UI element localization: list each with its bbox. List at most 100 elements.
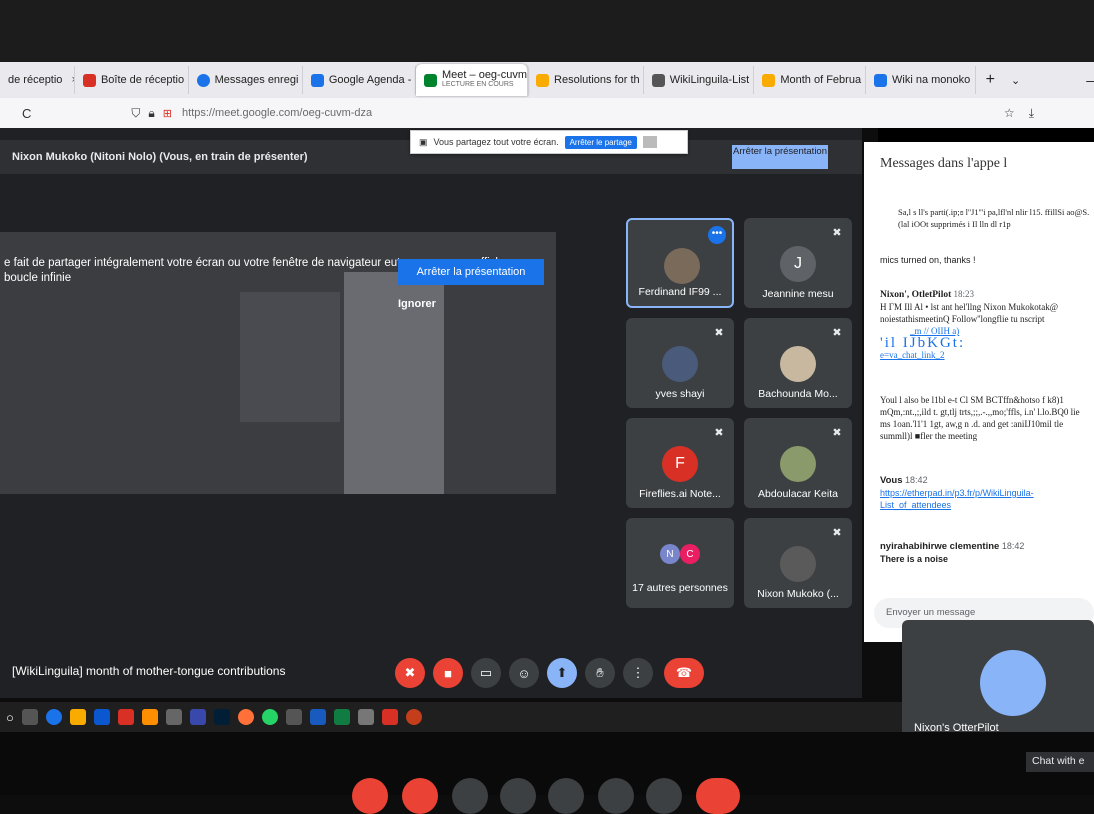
participant-tile[interactable]: ••• Ferdinand IF99 ... bbox=[626, 218, 734, 308]
participant-tile[interactable]: ✖ yves shayi bbox=[626, 318, 734, 408]
file-explorer-icon[interactable] bbox=[69, 709, 86, 725]
camera-toggle-button[interactable]: ■ bbox=[433, 658, 463, 688]
tab-0[interactable]: de réceptio× bbox=[0, 66, 75, 94]
more-options-button[interactable] bbox=[646, 778, 682, 814]
chevron-down-icon[interactable]: ⌄ bbox=[1011, 74, 1020, 87]
participant-name: 17 autres personnes bbox=[632, 582, 728, 594]
gmail-icon bbox=[82, 73, 96, 87]
vlc-icon[interactable] bbox=[141, 709, 158, 725]
mic-off-icon: ✖ bbox=[832, 527, 842, 539]
new-tab-icon[interactable]: + bbox=[986, 71, 995, 89]
chat-message: nyirahabihirwe clementine 18:42 There is… bbox=[880, 540, 1092, 565]
chat-panel: Messages dans l'appe l Sa,l s ll's parti… bbox=[864, 128, 1094, 642]
excel-icon[interactable] bbox=[333, 709, 350, 725]
camera-app-icon[interactable] bbox=[117, 709, 134, 725]
screen-share-icon[interactable]: ⊞ bbox=[163, 107, 172, 120]
tab-2[interactable]: Messages enregi× bbox=[189, 66, 303, 94]
message-time: 18:42 bbox=[1001, 541, 1025, 551]
hide-notice-button[interactable] bbox=[642, 136, 657, 148]
bookmark-star-icon[interactable]: ☆ bbox=[1004, 106, 1015, 120]
avatar bbox=[662, 346, 698, 382]
reactions-button[interactable]: ☺ bbox=[509, 658, 539, 688]
message-link[interactable]: e=va_chat_link_2 bbox=[880, 350, 945, 360]
participant-tile[interactable]: ✖ Bachounda Mo... bbox=[744, 318, 852, 408]
participant-tile[interactable]: ✖ F Fireflies.ai Note... bbox=[626, 418, 734, 508]
message-sender: Vous bbox=[880, 475, 903, 486]
calculator-icon[interactable] bbox=[285, 709, 302, 725]
tab-8[interactable]: Wiki na monoko× bbox=[866, 66, 976, 94]
avatar: F bbox=[662, 446, 698, 482]
participant-name: Abdoulacar Keita bbox=[758, 488, 838, 500]
tab-6[interactable]: WikiLinguila-List× bbox=[644, 66, 755, 94]
leave-call-button[interactable] bbox=[696, 778, 740, 814]
outer-bottom-area bbox=[0, 732, 1094, 795]
whatsapp-icon[interactable] bbox=[261, 709, 278, 725]
self-view-tile[interactable]: Nixon's OtterPilot bbox=[902, 620, 1094, 744]
present-button[interactable]: ⬆ bbox=[547, 658, 577, 688]
wiki-icon bbox=[874, 73, 887, 87]
stop-sharing-button[interactable]: Arrêter le partage bbox=[564, 135, 637, 149]
firefox-icon[interactable] bbox=[237, 709, 254, 725]
url-field[interactable]: https://meet.google.com/oeg-cuvm-dza bbox=[182, 107, 372, 119]
recursive-preview-tiles bbox=[240, 292, 340, 422]
word-icon[interactable] bbox=[309, 709, 326, 725]
minimize-icon[interactable]: – bbox=[1086, 72, 1094, 88]
task-view-icon[interactable] bbox=[21, 709, 38, 725]
download-icon[interactable]: ⤓ bbox=[1029, 106, 1034, 121]
tab-7[interactable]: Month of Februa× bbox=[754, 66, 866, 94]
captions-button[interactable]: ▭ bbox=[471, 658, 501, 688]
chat-message: mics turned on, thanks ! bbox=[880, 254, 1092, 266]
participant-tile[interactable]: ✖ Abdoulacar Keita bbox=[744, 418, 852, 508]
mic-toggle-button[interactable]: ✖ bbox=[395, 658, 425, 688]
hand-icon: ✋︎ bbox=[596, 665, 604, 680]
mic-off-icon: ✖ bbox=[404, 665, 416, 680]
document-icon bbox=[536, 73, 550, 87]
tab-5[interactable]: Resolutions for th× bbox=[528, 66, 644, 94]
present-button[interactable] bbox=[548, 778, 584, 814]
meet-icon bbox=[424, 73, 438, 87]
wiki-icon bbox=[651, 73, 665, 87]
tab-label: Wiki na monoko bbox=[892, 74, 971, 86]
tool-icon[interactable] bbox=[165, 709, 182, 725]
more-options-icon[interactable]: ••• bbox=[708, 226, 726, 244]
app-icon[interactable] bbox=[357, 709, 374, 725]
participant-tile[interactable]: ✖ Nixon Mukoko (... bbox=[744, 518, 852, 608]
chat-message: Nixon', OtletPilot 18:23 H ΓM Ill Al • l… bbox=[880, 288, 1092, 361]
raise-hand-button[interactable] bbox=[598, 778, 634, 814]
powerpoint-icon[interactable] bbox=[405, 709, 422, 725]
shield-icon[interactable]: ⛉ bbox=[131, 106, 140, 121]
message-text: There is a noise bbox=[880, 554, 949, 564]
message-link[interactable]: 'il IJbKGt: bbox=[880, 336, 1092, 351]
etherpad-link[interactable]: https://etherpad.in/p3.fr/p/WikiLinguila… bbox=[880, 488, 1034, 510]
mail-icon[interactable] bbox=[93, 709, 110, 725]
stop-presenting-button[interactable]: Arrêter la présentation bbox=[398, 259, 544, 285]
tab-label: Google Agenda - bbox=[328, 74, 412, 86]
more-options-button[interactable]: ⋮ bbox=[623, 658, 653, 688]
search-icon[interactable]: ○ bbox=[6, 710, 14, 725]
pdf-icon[interactable] bbox=[381, 709, 398, 725]
captions-button[interactable] bbox=[452, 778, 488, 814]
reload-icon[interactable]: C bbox=[22, 106, 31, 121]
app-icon[interactable] bbox=[189, 709, 206, 725]
tab-sublabel: LECTURE EN COURS bbox=[442, 81, 514, 88]
tab-meet[interactable]: Meet – oeg-cuvmLECTURE EN COURS× bbox=[416, 64, 529, 96]
raise-hand-button[interactable]: ✋︎ bbox=[585, 658, 615, 688]
ignore-button[interactable]: Ignorer bbox=[398, 298, 438, 310]
document-icon bbox=[762, 73, 776, 87]
camera-off-icon: ■ bbox=[444, 665, 452, 681]
stop-presenting-button-top[interactable]: Arrêter la présentation bbox=[732, 145, 828, 169]
avatar: C bbox=[680, 544, 700, 564]
screen-share-icon: ▣ bbox=[419, 136, 428, 147]
tab-1[interactable]: Boîte de réceptio× bbox=[75, 66, 189, 94]
lock-icon[interactable]: 🔒︎ bbox=[148, 106, 154, 121]
photoshop-icon[interactable] bbox=[213, 709, 230, 725]
message-sender: Nixon', OtletPilot bbox=[880, 290, 952, 300]
reactions-button[interactable] bbox=[500, 778, 536, 814]
participant-tile-others[interactable]: N C 17 autres personnes bbox=[626, 518, 734, 608]
participant-tile[interactable]: ✖ J Jeannine mesu bbox=[744, 218, 852, 308]
edge-icon[interactable] bbox=[45, 709, 62, 725]
camera-toggle-button[interactable] bbox=[402, 778, 438, 814]
tab-3[interactable]: Google Agenda -× bbox=[303, 66, 417, 94]
mic-toggle-button[interactable] bbox=[352, 778, 388, 814]
leave-call-button[interactable]: ☎ bbox=[664, 658, 704, 688]
